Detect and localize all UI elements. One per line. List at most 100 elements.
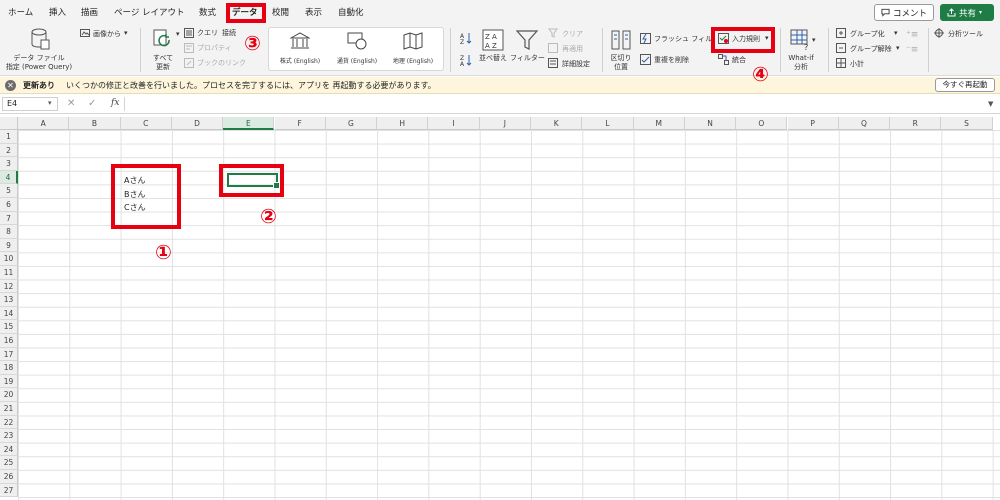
row-header-15[interactable]: 15 <box>0 320 18 334</box>
column-header-b[interactable]: B <box>69 117 121 130</box>
row-header-10[interactable]: 10 <box>0 252 18 266</box>
row-header-16[interactable]: 16 <box>0 334 18 348</box>
sort-label: 並べ替え <box>479 54 507 62</box>
refresh-all-button[interactable]: すべて 更新 <box>147 26 179 74</box>
row-header-5[interactable]: 5 <box>0 184 18 198</box>
close-icon[interactable]: ✕ <box>5 80 16 91</box>
tab-home[interactable]: ホーム <box>8 6 33 18</box>
tab-view[interactable]: 表示 <box>305 6 322 18</box>
row-header-23[interactable]: 23 <box>0 429 18 443</box>
geography-button[interactable]: 地理 (English) <box>387 30 439 70</box>
stocks-button[interactable]: 株式 (English) <box>275 30 325 70</box>
refresh-all-label-2: 更新 <box>156 63 170 71</box>
tab-automate[interactable]: 自動化 <box>338 6 364 18</box>
book-links-button[interactable]: ブックのリンク <box>184 57 254 69</box>
hide-detail-icon[interactable]: ⁻≡ <box>906 45 918 55</box>
column-header-o[interactable]: O <box>736 117 788 130</box>
show-detail-icon[interactable]: ⁺≡ <box>906 30 918 40</box>
tab-page-layout[interactable]: ページ レイアウト <box>114 6 185 18</box>
row-header-4[interactable]: 4 <box>0 170 18 185</box>
book-links-label: ブックのリンク <box>197 59 246 67</box>
row-header-27[interactable]: 27 <box>0 483 18 498</box>
chevron-down-icon[interactable]: ▾ <box>48 99 52 107</box>
row-header-3[interactable]: 3 <box>0 157 18 171</box>
ungroup-label: グループ解除 <box>850 45 892 53</box>
column-header-i[interactable]: I <box>428 117 480 130</box>
row-header-24[interactable]: 24 <box>0 442 18 457</box>
ungroup-button[interactable]: グループ解除 ▾ <box>836 43 906 54</box>
formula-input[interactable] <box>124 97 984 111</box>
tab-insert[interactable]: 挿入 <box>49 6 66 18</box>
tab-review[interactable]: 校閲 <box>272 6 289 18</box>
row-header-17[interactable]: 17 <box>0 347 18 362</box>
currencies-label: 通貨 (English) <box>336 58 378 65</box>
cancel-icon[interactable]: ✕ <box>67 98 75 109</box>
picture-icon <box>80 29 90 37</box>
group-icon <box>836 28 846 38</box>
what-if-button[interactable]: ? What-if 分析 <box>784 26 818 74</box>
row-header-26[interactable]: 26 <box>0 470 18 484</box>
group-button[interactable]: グループ化 ▾ <box>836 28 906 39</box>
properties-button[interactable]: プロパティ <box>184 42 244 54</box>
queries-connections-button[interactable]: クエリ 接続 <box>184 27 244 39</box>
column-header-m[interactable]: M <box>633 117 685 130</box>
stocks-label: 株式 (English) <box>279 58 321 65</box>
column-header-r[interactable]: R <box>890 117 942 130</box>
enter-icon[interactable]: ✓ <box>88 98 96 109</box>
expand-formula-icon[interactable]: ▼ <box>988 100 993 108</box>
text-to-columns-button[interactable]: 区切り 位置 <box>606 26 636 74</box>
column-header-h[interactable]: H <box>377 117 429 130</box>
share-button[interactable]: 共有 ▾ <box>940 4 994 21</box>
what-if-icon: ? <box>790 29 808 51</box>
get-data-button[interactable]: データ ファイル 指定 (Power Query) <box>4 26 74 74</box>
row-header-9[interactable]: 9 <box>0 238 18 253</box>
column-header-s[interactable]: S <box>941 117 993 130</box>
row-header-18[interactable]: 18 <box>0 361 18 375</box>
ribbon-separator <box>450 28 451 72</box>
filter-icon <box>516 30 538 50</box>
column-header-c[interactable]: C <box>120 117 172 130</box>
column-header-l[interactable]: L <box>582 117 634 130</box>
column-header-p[interactable]: P <box>787 117 839 130</box>
row-header-21[interactable]: 21 <box>0 402 18 416</box>
column-header-j[interactable]: J <box>479 117 531 130</box>
row-header-8[interactable]: 8 <box>0 225 18 239</box>
link-icon <box>184 58 194 68</box>
row-header-20[interactable]: 20 <box>0 388 18 402</box>
row-header-12[interactable]: 12 <box>0 279 18 294</box>
insert-function-icon[interactable]: fx <box>111 98 119 108</box>
row-header-2[interactable]: 2 <box>0 143 18 158</box>
row-header-14[interactable]: 14 <box>0 306 18 321</box>
column-header-d[interactable]: D <box>171 117 224 130</box>
filter-button[interactable]: フィルター <box>510 26 545 74</box>
row-header-13[interactable]: 13 <box>0 293 18 307</box>
row-header-19[interactable]: 19 <box>0 374 18 389</box>
sort-za-icon[interactable]: ZA <box>460 54 472 67</box>
comment-button[interactable]: コメント <box>874 4 934 21</box>
what-if-label-2: 分析 <box>794 63 808 71</box>
sort-az-icon[interactable]: AZ <box>460 32 472 45</box>
row-header-7[interactable]: 7 <box>0 211 18 226</box>
tab-formulas[interactable]: 数式 <box>199 6 216 18</box>
column-header-f[interactable]: F <box>274 117 326 130</box>
restart-now-button[interactable]: 今すぐ再起動 <box>935 78 995 92</box>
column-header-k[interactable]: K <box>531 117 583 130</box>
sort-button[interactable]: Z AA Z 並べ替え <box>478 26 508 74</box>
row-header-11[interactable]: 11 <box>0 266 18 280</box>
row-header-6[interactable]: 6 <box>0 198 18 212</box>
row-header-25[interactable]: 25 <box>0 456 18 470</box>
row-header-22[interactable]: 22 <box>0 415 18 430</box>
currencies-button[interactable]: 通貨 (English) <box>331 30 383 70</box>
column-header-e[interactable]: E <box>223 117 275 130</box>
column-header-n[interactable]: N <box>684 117 737 130</box>
column-header-q[interactable]: Q <box>838 117 891 130</box>
tab-draw[interactable]: 描画 <box>81 6 98 18</box>
get-data-label-1: データ ファイル <box>13 54 65 62</box>
column-header-a[interactable]: A <box>18 117 70 130</box>
row-header-1[interactable]: 1 <box>0 130 18 144</box>
ribbon: データ ファイル 指定 (Power Query) 画像から ▾ すべて 更新 … <box>0 24 1000 76</box>
ungroup-icon <box>836 43 846 53</box>
column-header-g[interactable]: G <box>325 117 378 130</box>
chevron-down-icon: ▾ <box>124 29 128 37</box>
select-all-corner[interactable] <box>0 117 18 130</box>
